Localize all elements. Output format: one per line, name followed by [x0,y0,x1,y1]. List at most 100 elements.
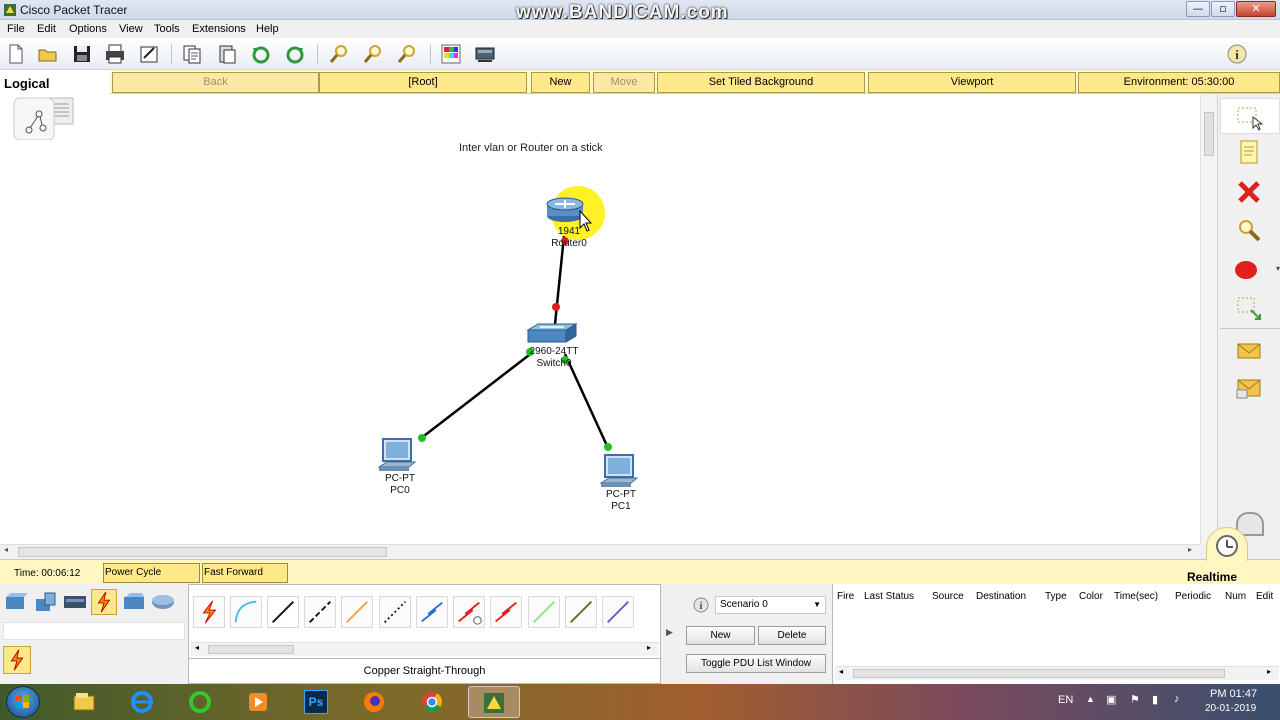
column-fire[interactable]: Fire [837,591,854,602]
note-icon[interactable] [1233,136,1265,168]
new-icon[interactable] [5,43,27,65]
hubs-icon[interactable] [62,589,88,615]
toggle-pdu-list-button[interactable]: Toggle PDU List Window [686,654,826,673]
wireless-icon[interactable] [121,589,147,615]
pc1-icon[interactable] [600,453,640,489]
menu-file[interactable]: File [7,23,25,35]
taskbar-media-player[interactable] [236,686,280,718]
draw-menu-arrow[interactable]: ▾ [1276,264,1280,273]
octal-icon[interactable] [528,596,560,628]
connections-scrollbar[interactable]: ◂ ▸ [191,642,659,656]
palette-icon[interactable] [440,43,462,65]
menu-view[interactable]: View [119,23,143,35]
delete-scenario-button[interactable]: Delete [758,626,826,645]
maximize-button[interactable]: ▫ [1211,1,1235,17]
copper-straight-icon[interactable] [267,596,299,628]
set-tiled-background-button[interactable]: Set Tiled Background [657,72,865,93]
draw-ellipse-icon[interactable] [1233,254,1265,286]
column-num[interactable]: Num [1225,591,1246,602]
paste-icon[interactable] [216,43,238,65]
taskbar-internet-explorer[interactable] [120,686,164,718]
info-icon[interactable]: i [1226,43,1248,65]
tray-expand-icon[interactable]: ▲ [1086,694,1095,704]
tray-signal-icon[interactable]: ▮ [1152,693,1158,706]
column-last-status[interactable]: Last Status [864,591,914,602]
tray-flag-icon[interactable]: ⚑ [1130,693,1140,706]
serial-dce-icon[interactable] [453,596,485,628]
root-button[interactable]: [Root] [319,72,527,93]
expand-arrow[interactable]: ▶ [666,627,673,638]
zoom-out-icon[interactable] [396,43,418,65]
wan-emulation-icon[interactable] [150,589,176,615]
delete-icon[interactable] [1233,176,1265,208]
back-button[interactable]: Back [112,72,319,93]
activity-wizard-icon[interactable] [138,43,160,65]
logical-tab[interactable]: Logical [0,70,110,94]
taskbar-packet-tracer[interactable] [468,686,520,718]
column-time[interactable]: Time(sec) [1114,591,1158,602]
resize-icon[interactable] [1233,292,1265,324]
column-type[interactable]: Type [1045,591,1067,602]
new-scenario-button[interactable]: New [686,626,755,645]
fiber-icon[interactable] [341,596,373,628]
inspect-icon[interactable] [1233,214,1265,246]
coaxial-icon[interactable] [416,596,448,628]
scenario-select[interactable]: Scenario 0 ▼ [715,596,826,614]
logical-workspace-canvas[interactable]: Inter vlan or Router on a stick 1941 Rou… [0,94,1200,544]
pdu-table-scrollbar[interactable]: ◂ ▸ [835,666,1279,680]
menu-extensions[interactable]: Extensions [192,23,246,35]
connection-subcategory-icon[interactable] [3,646,31,674]
start-button[interactable] [6,686,40,718]
save-icon[interactable] [71,43,93,65]
phone-cable-icon[interactable] [379,596,411,628]
clock-date[interactable]: 20-01-2019 [1205,703,1256,714]
minimize-button[interactable]: — [1186,1,1210,17]
language-indicator[interactable]: EN [1058,694,1073,706]
column-edit[interactable]: Edit [1256,591,1273,602]
switch-icon[interactable] [526,322,578,348]
custom-device-icon[interactable] [474,43,496,65]
power-cycle-devices-button[interactable]: Power Cycle Devices [103,563,200,596]
routers-icon[interactable] [3,589,29,615]
select-icon[interactable] [1233,100,1265,132]
column-destination[interactable]: Destination [976,591,1026,602]
canvas-vertical-scrollbar[interactable] [1200,94,1217,544]
automatic-connection-icon[interactable] [193,596,225,628]
console-cable-icon[interactable] [230,596,262,628]
column-periodic[interactable]: Periodic [1175,591,1211,602]
serial-dte-icon[interactable] [490,596,522,628]
print-icon[interactable] [104,43,126,65]
switches-icon[interactable] [33,589,59,615]
taskbar-chrome[interactable] [410,686,454,718]
menu-options[interactable]: Options [69,23,107,35]
tray-volume-icon[interactable]: ♪ [1174,693,1180,705]
iot-custom-icon[interactable] [565,596,597,628]
menu-edit[interactable]: Edit [37,23,56,35]
copy-icon[interactable] [181,43,203,65]
new-cluster-button[interactable]: New Cluster [531,72,590,107]
usb-icon[interactable] [602,596,634,628]
add-complex-pdu-icon[interactable] [1233,372,1265,404]
close-button[interactable]: ✕ [1236,1,1276,17]
move-object-button[interactable]: Move Object [593,72,655,107]
clock-icon[interactable] [1216,535,1238,557]
redo-icon[interactable] [284,43,306,65]
environment-button[interactable]: Environment: 05:30:00 [1078,72,1280,93]
taskbar-file-explorer[interactable] [62,686,106,718]
zoom-reset-icon[interactable] [362,43,384,65]
canvas-horizontal-scrollbar[interactable]: ◂ ▸ [0,544,1200,559]
menu-help[interactable]: Help [256,23,279,35]
open-icon[interactable] [37,43,59,65]
copper-cross-icon[interactable] [304,596,336,628]
column-source[interactable]: Source [932,591,964,602]
clock-time[interactable]: PM 01:47 [1210,688,1257,700]
connections-icon[interactable] [91,589,117,615]
zoom-in-icon[interactable] [328,43,350,65]
viewport-button[interactable]: Viewport [868,72,1076,93]
fast-forward-time-button[interactable]: Fast Forward Time [202,563,288,596]
column-color[interactable]: Color [1079,591,1103,602]
taskbar-photoshop[interactable]: Ps [294,686,338,718]
taskbar-firefox[interactable] [352,686,396,718]
pc0-icon[interactable] [378,437,418,473]
add-simple-pdu-icon[interactable] [1233,334,1265,366]
